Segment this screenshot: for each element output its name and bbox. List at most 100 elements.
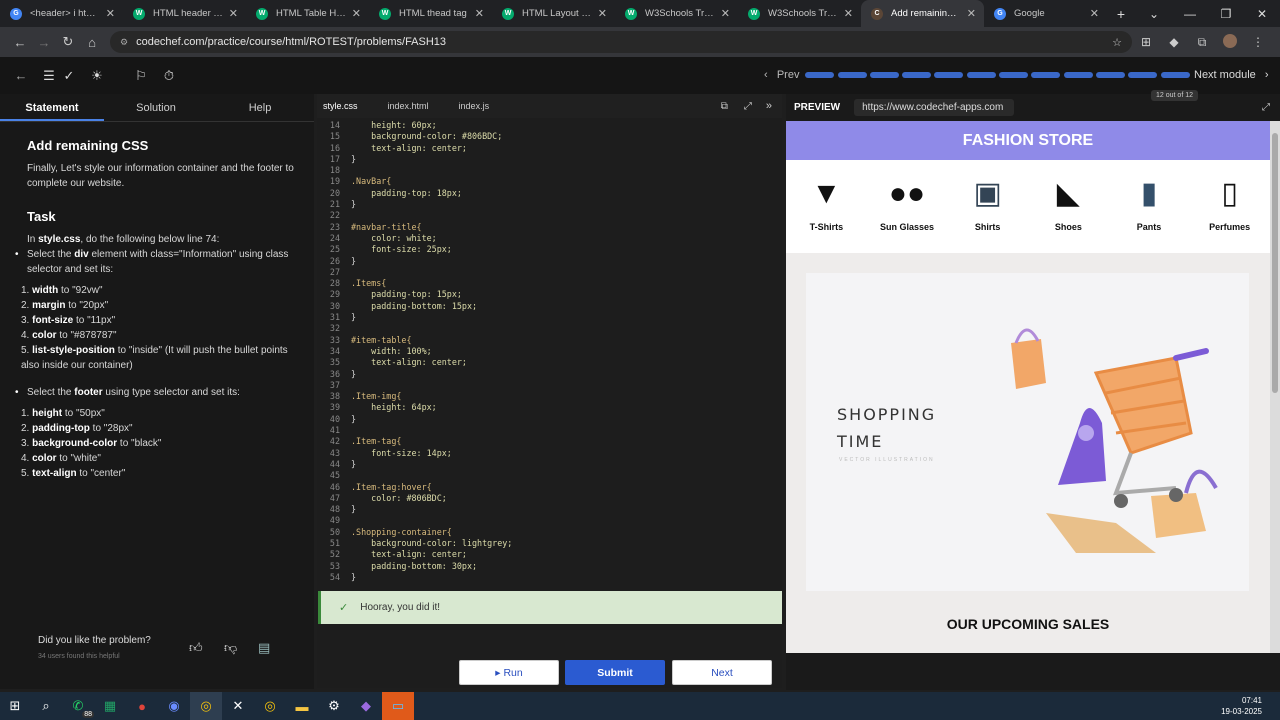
store-item[interactable]: ▼ T-Shirts [786, 170, 867, 253]
store-item[interactable]: ●● Sun Glasses [867, 170, 948, 253]
browser-tab[interactable]: W HTML thead tag ✕ [369, 0, 492, 27]
feedback-question: Did you like the problem? [38, 635, 151, 646]
chrome-profile-icon[interactable]: ◎ [254, 692, 286, 720]
code-line: 45 [317, 470, 782, 481]
restore-button[interactable]: ❐ [1208, 7, 1244, 21]
browser-tab[interactable]: W W3Schools Tryit Editor ✕ [738, 0, 861, 27]
code-line: 16 text-align: center; [317, 143, 782, 154]
reload-button[interactable]: ↻ [56, 34, 80, 50]
tab-index-html[interactable]: index.html [388, 101, 429, 111]
property-value: to "50px" [62, 408, 105, 419]
active-app-icon[interactable]: ▭ [382, 692, 414, 720]
profile-avatar[interactable] [1216, 33, 1244, 51]
progress-segment[interactable] [902, 72, 932, 78]
forward-button[interactable]: → [32, 35, 56, 50]
browser-tab[interactable]: C Add remaining CSS P ✕ [861, 0, 984, 27]
progress-segment[interactable] [1128, 72, 1158, 78]
chrome-icon[interactable]: ◎ [190, 692, 222, 720]
browser-tab[interactable]: W W3Schools Tryit Editor ✕ [615, 0, 738, 27]
tab-close-icon[interactable]: ✕ [106, 7, 115, 20]
tab-close-icon[interactable]: ✕ [844, 7, 853, 20]
browser-tab[interactable]: W HTML header Tag ✕ [123, 0, 246, 27]
close-window-button[interactable]: ✕ [1244, 7, 1280, 21]
thumbs-down-icon[interactable]: 👎︎ [224, 640, 237, 656]
whatsapp-icon[interactable]: ✆ 88 [62, 692, 94, 720]
code-line: 41 [317, 425, 782, 436]
thumbs-up-icon[interactable]: 👍︎ [189, 640, 203, 656]
store-item[interactable]: ▣ Shirts [947, 170, 1028, 253]
extensions-puzzle-icon[interactable]: ⧉ [1188, 35, 1216, 50]
calculator-icon[interactable]: ✕ [222, 692, 254, 720]
progress-segment[interactable] [1160, 72, 1190, 78]
tab-close-icon[interactable]: ✕ [598, 7, 607, 20]
browser-tab[interactable]: W HTML Layout Elements ✕ [492, 0, 615, 27]
tab-style-css[interactable]: style.css [323, 101, 358, 111]
progress-segment[interactable] [999, 72, 1029, 78]
search-icon[interactable]: ⌕ [30, 692, 62, 720]
browser-menu-icon[interactable]: ⋮ [1244, 35, 1272, 49]
wps-icon[interactable]: ● [126, 692, 158, 720]
url-field[interactable]: ⚙ codechef.com/practice/course/html/ROTE… [110, 31, 1132, 53]
progress-segment[interactable] [805, 72, 835, 78]
bookmark-star-icon[interactable]: ☆ [1112, 36, 1122, 49]
list-icon[interactable]: ☰ [38, 68, 60, 84]
tab-close-icon[interactable]: ✕ [967, 7, 976, 20]
progress-segment[interactable] [1095, 72, 1125, 78]
tab-close-icon[interactable]: ✕ [721, 7, 730, 20]
extension-icon[interactable]: ◆ [1160, 35, 1188, 49]
code-line: 31} [317, 312, 782, 323]
back-button[interactable]: ← [8, 35, 32, 50]
bookmark-icon[interactable]: ⚐ [130, 68, 152, 84]
tab-index-js[interactable]: index.js [459, 101, 490, 111]
property-name: margin [32, 300, 66, 311]
tab-close-icon[interactable]: ✕ [229, 7, 238, 20]
open-external-icon[interactable]: ⤢ [1262, 102, 1270, 113]
checkmark-icon[interactable]: ✓ [58, 68, 80, 84]
tab-statement[interactable]: Statement [0, 94, 104, 121]
browser-tab[interactable]: G Google ✕ [984, 0, 1107, 27]
start-icon[interactable]: ⊞ [0, 692, 30, 720]
site-info-icon[interactable]: ⚙ [120, 37, 128, 48]
tab-solution[interactable]: Solution [104, 94, 208, 121]
progress-segment[interactable] [869, 72, 899, 78]
tab-close-icon[interactable]: ✕ [352, 7, 361, 20]
run-button[interactable]: ▸ Run [459, 660, 559, 685]
collapse-editor-icon[interactable]: » [766, 100, 772, 112]
browser-tab[interactable]: W HTML Table Headers ✕ [246, 0, 369, 27]
collapse-arrow-icon[interactable]: ← [10, 68, 32, 83]
code-area[interactable]: 14 height: 60px; 15 background-color: #80… [317, 120, 782, 586]
next-button[interactable]: Next [672, 660, 772, 685]
store-item[interactable]: ◣ Shoes [1028, 170, 1109, 253]
excel-icon[interactable]: ▦ [94, 692, 126, 720]
minimize-button[interactable]: — [1172, 7, 1208, 21]
comment-icon[interactable]: ▤ [258, 640, 270, 656]
theme-sun-icon[interactable]: ☀ [86, 68, 108, 84]
translate-icon[interactable]: ⊞ [1132, 35, 1160, 49]
visual-studio-icon[interactable]: ◆ [350, 692, 382, 720]
tab-search-icon[interactable]: ⌄ [1136, 7, 1172, 21]
fullscreen-icon[interactable]: ⤢ [744, 101, 752, 112]
app-icon[interactable]: ◉ [158, 692, 190, 720]
home-button[interactable]: ⌂ [80, 35, 104, 50]
progress-segment[interactable] [837, 72, 867, 78]
progress-segment[interactable] [966, 72, 996, 78]
settings-icon[interactable]: ⚙ [318, 692, 350, 720]
tab-close-icon[interactable]: ✕ [1090, 7, 1099, 20]
store-item[interactable]: ▯ Perfumes [1189, 170, 1270, 253]
layout-toggle-icon[interactable]: ⧉ [721, 101, 728, 112]
tab-close-icon[interactable]: ✕ [475, 7, 484, 20]
browser-tab[interactable]: G <header> i html - Google ✕ [0, 0, 123, 27]
progress-segment[interactable] [1031, 72, 1061, 78]
prev-button[interactable]: ‹ Prev [764, 69, 799, 81]
tab-help[interactable]: Help [208, 94, 312, 121]
file-explorer-icon[interactable]: ▬ [286, 692, 318, 720]
next-module-button[interactable]: Next module › [1194, 69, 1269, 81]
submit-button[interactable]: Submit [565, 660, 665, 685]
progress-segment[interactable] [934, 72, 964, 78]
progress-segment[interactable] [1063, 72, 1093, 78]
new-tab-button[interactable]: + [1107, 6, 1135, 22]
preview-scrollbar[interactable] [1270, 121, 1280, 653]
preview-scroll-thumb[interactable] [1272, 133, 1278, 393]
timer-icon[interactable]: ⏱ [158, 68, 180, 84]
store-item[interactable]: ▮ Pants [1109, 170, 1190, 253]
